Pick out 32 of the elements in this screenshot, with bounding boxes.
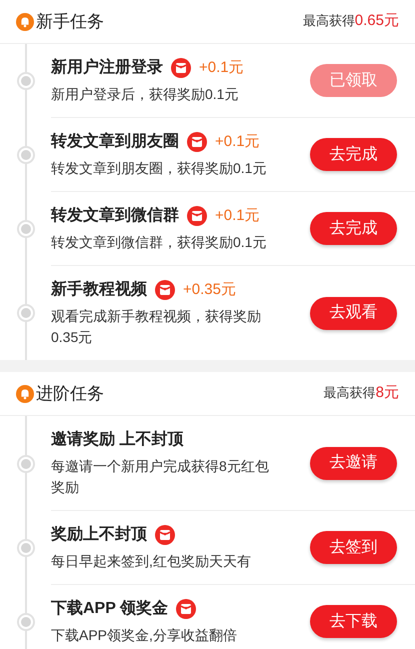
task-description: 新用户登录后，获得奖励0.1元 [51, 85, 240, 104]
task-reward: +0.1元 [215, 132, 260, 152]
section-title: 新手任务 [36, 10, 104, 33]
max-reward-value: 0.65元 [354, 11, 399, 32]
task-button[interactable]: 去邀请 [310, 446, 397, 480]
task-description: 转发文章到微信群，获得奖励0.1元 [51, 233, 268, 252]
task-button[interactable]: 去完成 [310, 138, 397, 171]
task-description: 观看完成新手教程视频，获得奖励0.35元 [51, 307, 262, 347]
bell-icon [16, 12, 34, 30]
max-reward-label: 最高获得 [324, 384, 376, 402]
task-title: 转发文章到朋友圈 [51, 131, 179, 152]
task-title: 下载APP 领奖金 [51, 598, 168, 619]
task-description: 转发文章到朋友圈，获得奖励0.1元 [51, 159, 268, 178]
max-reward-label: 最高获得 [302, 12, 355, 30]
task-title: 新手教程视频 [51, 279, 147, 300]
task-title: 奖励上不封顶 [51, 524, 147, 545]
task-title: 新用户注册登录 [51, 57, 163, 78]
task-title: 转发文章到微信群 [51, 205, 179, 226]
task-button[interactable]: 去完成 [310, 212, 397, 245]
section-title: 进阶任务 [36, 382, 104, 405]
task-description: 每日早起来签到,红包奖励天天有 [51, 552, 252, 571]
task-button[interactable]: 去下载 [310, 605, 397, 638]
task-description: 每邀请一个新用户完成获得8元红包奖励 [51, 457, 270, 497]
max-reward-value: 8元 [376, 383, 399, 404]
task-title: 邀请奖励 上不封顶 [51, 430, 184, 450]
task-button[interactable]: 去签到 [310, 531, 397, 564]
bell-icon [16, 384, 34, 402]
task-reward: +0.1元 [199, 58, 244, 78]
task-description: 下载APP领奖金,分享收益翻倍 [51, 626, 238, 645]
task-reward: +0.35元 [183, 280, 236, 300]
task-reward: +0.1元 [215, 206, 260, 226]
task-button[interactable]: 去观看 [310, 296, 397, 330]
